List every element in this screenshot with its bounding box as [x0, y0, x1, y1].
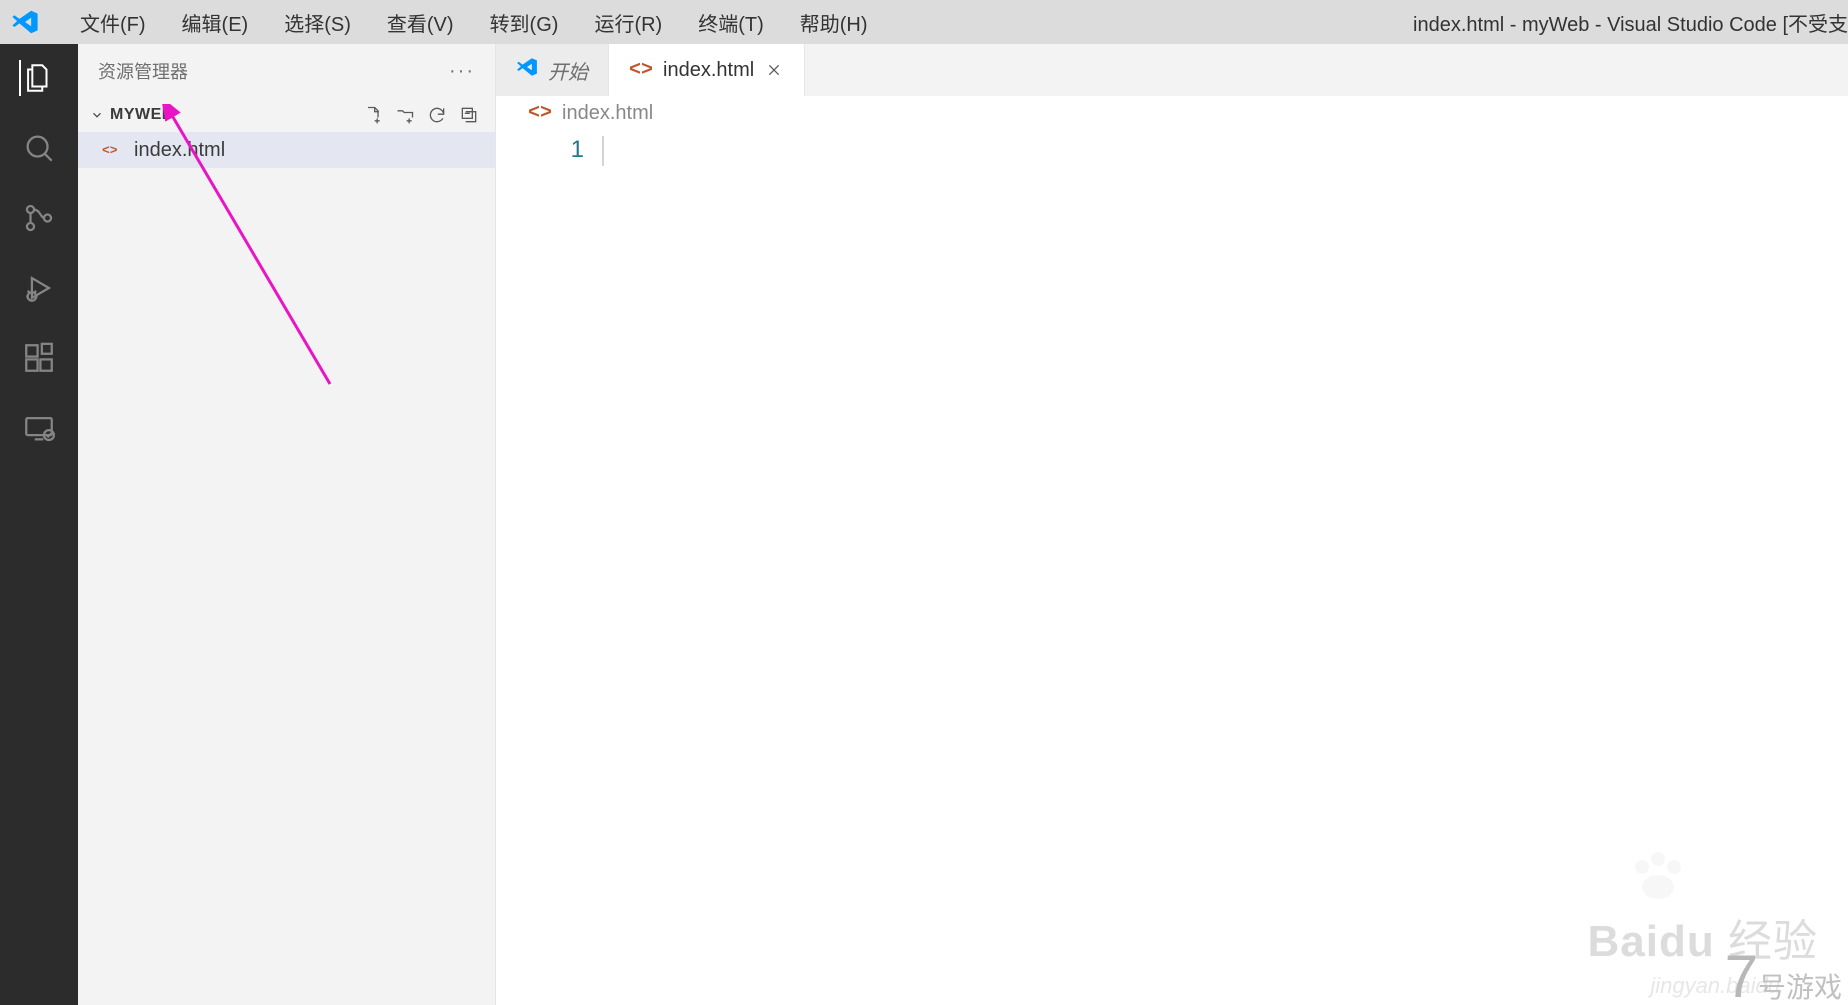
activity-bar [0, 44, 78, 1005]
menu-file[interactable]: 文件(F) [62, 8, 164, 37]
editor-area: 开始 <> index.html <> index.html 1 Baidu 经… [496, 44, 1848, 1005]
menu-bar: 文件(F) 编辑(E) 选择(S) 查看(V) 转到(G) 运行(R) 终端(T… [0, 0, 1848, 44]
vscode-logo-icon [516, 56, 538, 84]
more-actions-icon[interactable]: ··· [449, 60, 475, 83]
menu-view[interactable]: 查看(V) [369, 8, 472, 37]
folder-section-header[interactable]: MYWEB [78, 98, 495, 132]
html-file-icon: <> [102, 143, 124, 158]
explorer-icon[interactable] [19, 60, 57, 96]
run-debug-icon[interactable] [21, 270, 57, 306]
tab-label: 开始 [548, 56, 588, 85]
extensions-icon[interactable] [21, 340, 57, 376]
menu-help[interactable]: 帮助(H) [782, 8, 886, 37]
code-line[interactable] [602, 136, 1848, 166]
vscode-logo-icon [10, 7, 40, 37]
breadcrumb-file: index.html [562, 102, 653, 125]
menu-goto[interactable]: 转到(G) [472, 8, 577, 37]
code-editor[interactable]: 1 [496, 130, 1848, 1005]
new-file-icon[interactable] [363, 105, 383, 125]
refresh-icon[interactable] [427, 105, 447, 125]
menu-edit[interactable]: 编辑(E) [164, 8, 267, 37]
source-control-icon[interactable] [21, 200, 57, 236]
tab-index-html[interactable]: <> index.html [609, 44, 805, 96]
html-file-icon: <> [528, 102, 552, 125]
tab-bar: 开始 <> index.html [496, 44, 1848, 96]
remote-icon[interactable] [21, 410, 57, 446]
explorer-title: 资源管理器 [98, 58, 188, 84]
line-number: 1 [496, 130, 602, 1005]
chevron-down-icon [88, 106, 106, 124]
search-icon[interactable] [21, 130, 57, 166]
tab-welcome[interactable]: 开始 [496, 44, 609, 96]
html-file-icon: <> [629, 59, 653, 82]
tab-label: index.html [663, 59, 754, 82]
menu-select[interactable]: 选择(S) [266, 8, 369, 37]
menu-terminal[interactable]: 终端(T) [680, 8, 782, 37]
breadcrumb[interactable]: <> index.html [496, 96, 1848, 130]
new-folder-icon[interactable] [395, 105, 415, 125]
explorer-sidebar: 资源管理器 ··· MYWEB <> index.html [78, 44, 496, 1005]
window-title: index.html - myWeb - Visual Studio Code … [1413, 8, 1848, 37]
file-name: index.html [134, 139, 225, 162]
file-tree-item[interactable]: <> index.html [78, 132, 495, 168]
folder-name: MYWEB [110, 106, 363, 124]
collapse-all-icon[interactable] [459, 105, 479, 125]
close-icon[interactable] [764, 60, 784, 80]
menu-run[interactable]: 运行(R) [576, 8, 680, 37]
